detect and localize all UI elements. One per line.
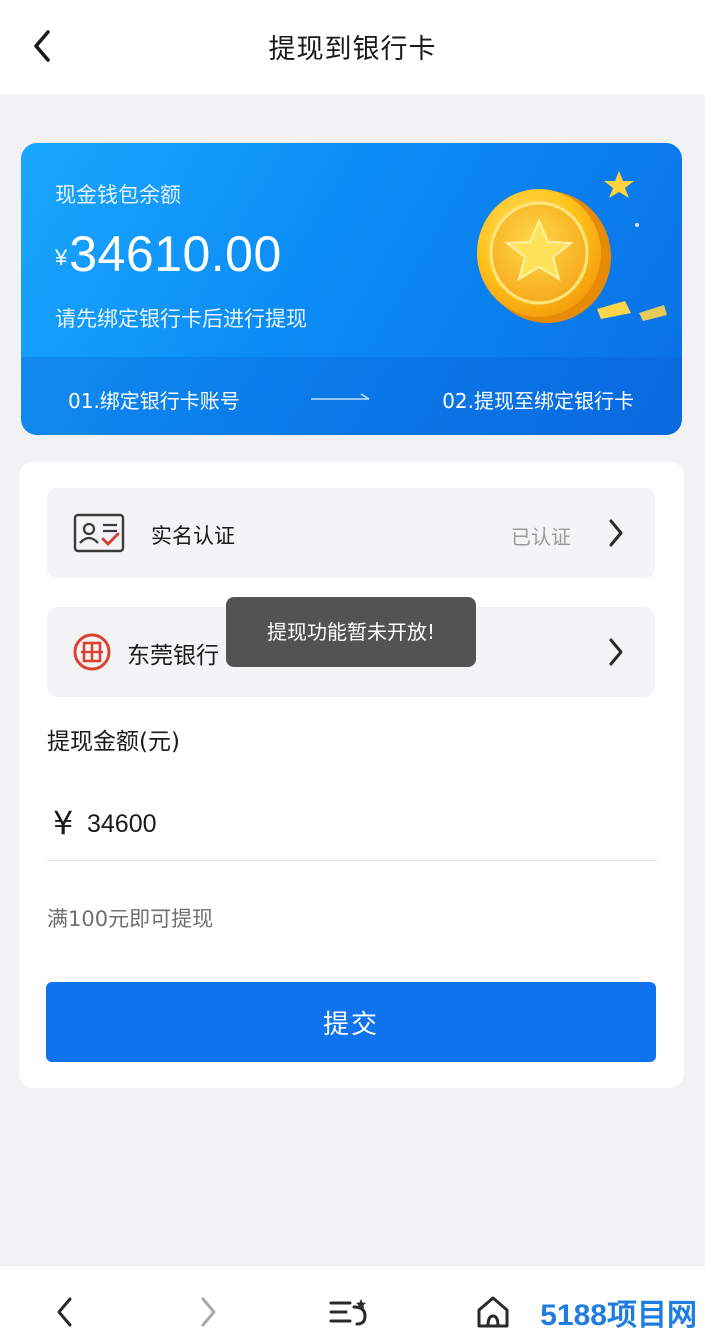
- bind-card-hint: 请先绑定银行卡后进行提现: [55, 307, 307, 331]
- arrow-right-icon: [311, 393, 370, 400]
- withdraw-amount-input[interactable]: [87, 806, 487, 842]
- chevron-right-icon: [201, 1297, 216, 1327]
- balance-amount: ¥34610.00: [55, 225, 282, 283]
- chevron-left-icon: [57, 1297, 72, 1327]
- withdraw-panel: 实名认证 已认证 东莞银行 提现金额(元) ¥ 满100元即可提现 提交: [19, 462, 684, 1088]
- chevron-right-icon: [609, 519, 623, 547]
- watermark-logo: 5188项目网: [540, 1299, 697, 1332]
- balance-value: 34610.00: [69, 226, 282, 282]
- page-title: 提现到银行卡: [268, 34, 437, 65]
- withdraw-amount-field: ¥: [47, 790, 657, 861]
- balance-label: 现金钱包余额: [55, 183, 181, 207]
- verification-status: 已认证: [511, 525, 571, 549]
- browser-home-button[interactable]: [473, 1292, 513, 1332]
- minimum-withdraw-hint: 满100元即可提现: [47, 907, 214, 931]
- browser-back-button[interactable]: [44, 1292, 84, 1332]
- step-bind-card: 01.绑定银行卡账号: [68, 389, 240, 413]
- yen-sign: ¥: [53, 804, 74, 842]
- browser-bottom-bar: 5188项目网: [0, 1265, 705, 1336]
- balance-card: 现金钱包余额 ¥34610.00 请先绑定银行卡后进行提现 01.绑定银行卡账号…: [21, 143, 682, 435]
- verification-label: 实名认证: [151, 524, 235, 548]
- chevron-right-icon: [609, 638, 623, 666]
- submit-button[interactable]: 提交: [46, 982, 656, 1062]
- home-icon: [477, 1296, 509, 1328]
- browser-menu-button[interactable]: [328, 1292, 368, 1332]
- browser-forward-button[interactable]: [189, 1292, 229, 1332]
- toast-message: 提现功能暂未开放!: [226, 597, 476, 667]
- withdraw-amount-title: 提现金额(元): [47, 729, 180, 755]
- balance-currency: ¥: [55, 245, 68, 270]
- top-bar: 提现到银行卡: [0, 0, 705, 94]
- menu-icon: [329, 1299, 367, 1326]
- step-withdraw: 02.提现至绑定银行卡: [442, 389, 634, 413]
- id-card-icon: [73, 513, 125, 553]
- bank-logo-icon: [73, 633, 111, 671]
- bank-name: 东莞银行: [127, 643, 219, 669]
- coin-star-icon: [477, 171, 667, 323]
- verification-row[interactable]: 实名认证 已认证: [47, 488, 655, 578]
